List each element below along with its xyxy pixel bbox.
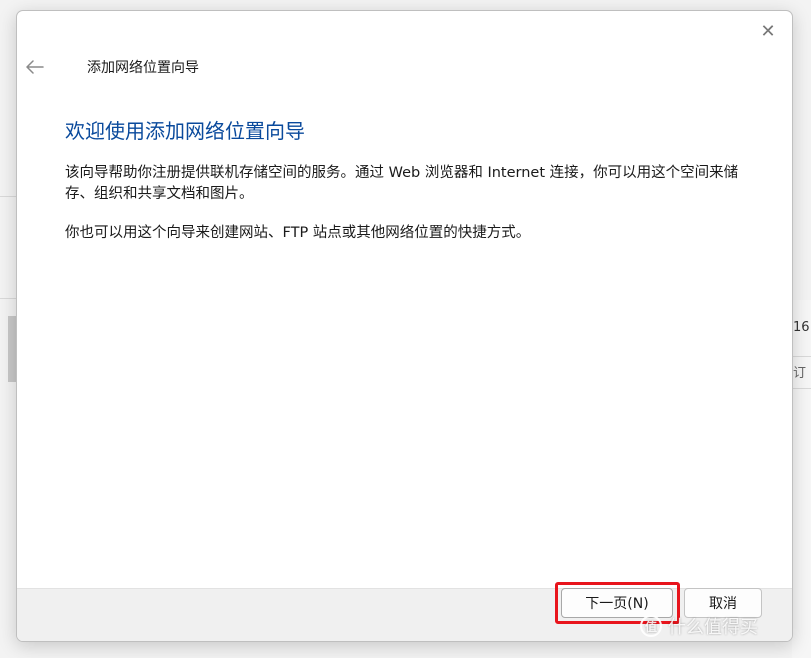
description-paragraph: 你也可以用这个向导来创建网站、FTP 站点或其他网络位置的快捷方式。: [65, 225, 531, 241]
watermark-text: 什么值得买: [668, 617, 758, 638]
arrow-left-icon: [26, 60, 44, 74]
background-text-fragment: 16: [793, 320, 810, 335]
watermark-logo-icon: 值: [640, 615, 662, 637]
back-button[interactable]: [23, 55, 47, 79]
wizard-title: 添加网络位置向导: [87, 60, 199, 76]
background-divider: [792, 356, 811, 357]
background-divider: [792, 388, 811, 389]
background-scrollbar: [8, 316, 16, 382]
close-icon: ✕: [760, 20, 776, 42]
watermark: 值 什么值得买: [640, 613, 758, 639]
background-text-fragment: 订: [793, 366, 807, 381]
background-side-panel: [792, 300, 811, 658]
add-network-location-wizard-dialog: ✕ 添加网络位置向导 欢迎使用添加网络位置向导 该向导帮助你注册提供联机存储空间…: [16, 10, 793, 642]
welcome-heading: 欢迎使用添加网络位置向导: [65, 119, 305, 143]
description-paragraph: 该向导帮助你注册提供联机存储空间的服务。通过 Web 浏览器和 Internet…: [65, 165, 739, 202]
close-button[interactable]: ✕: [756, 19, 780, 43]
